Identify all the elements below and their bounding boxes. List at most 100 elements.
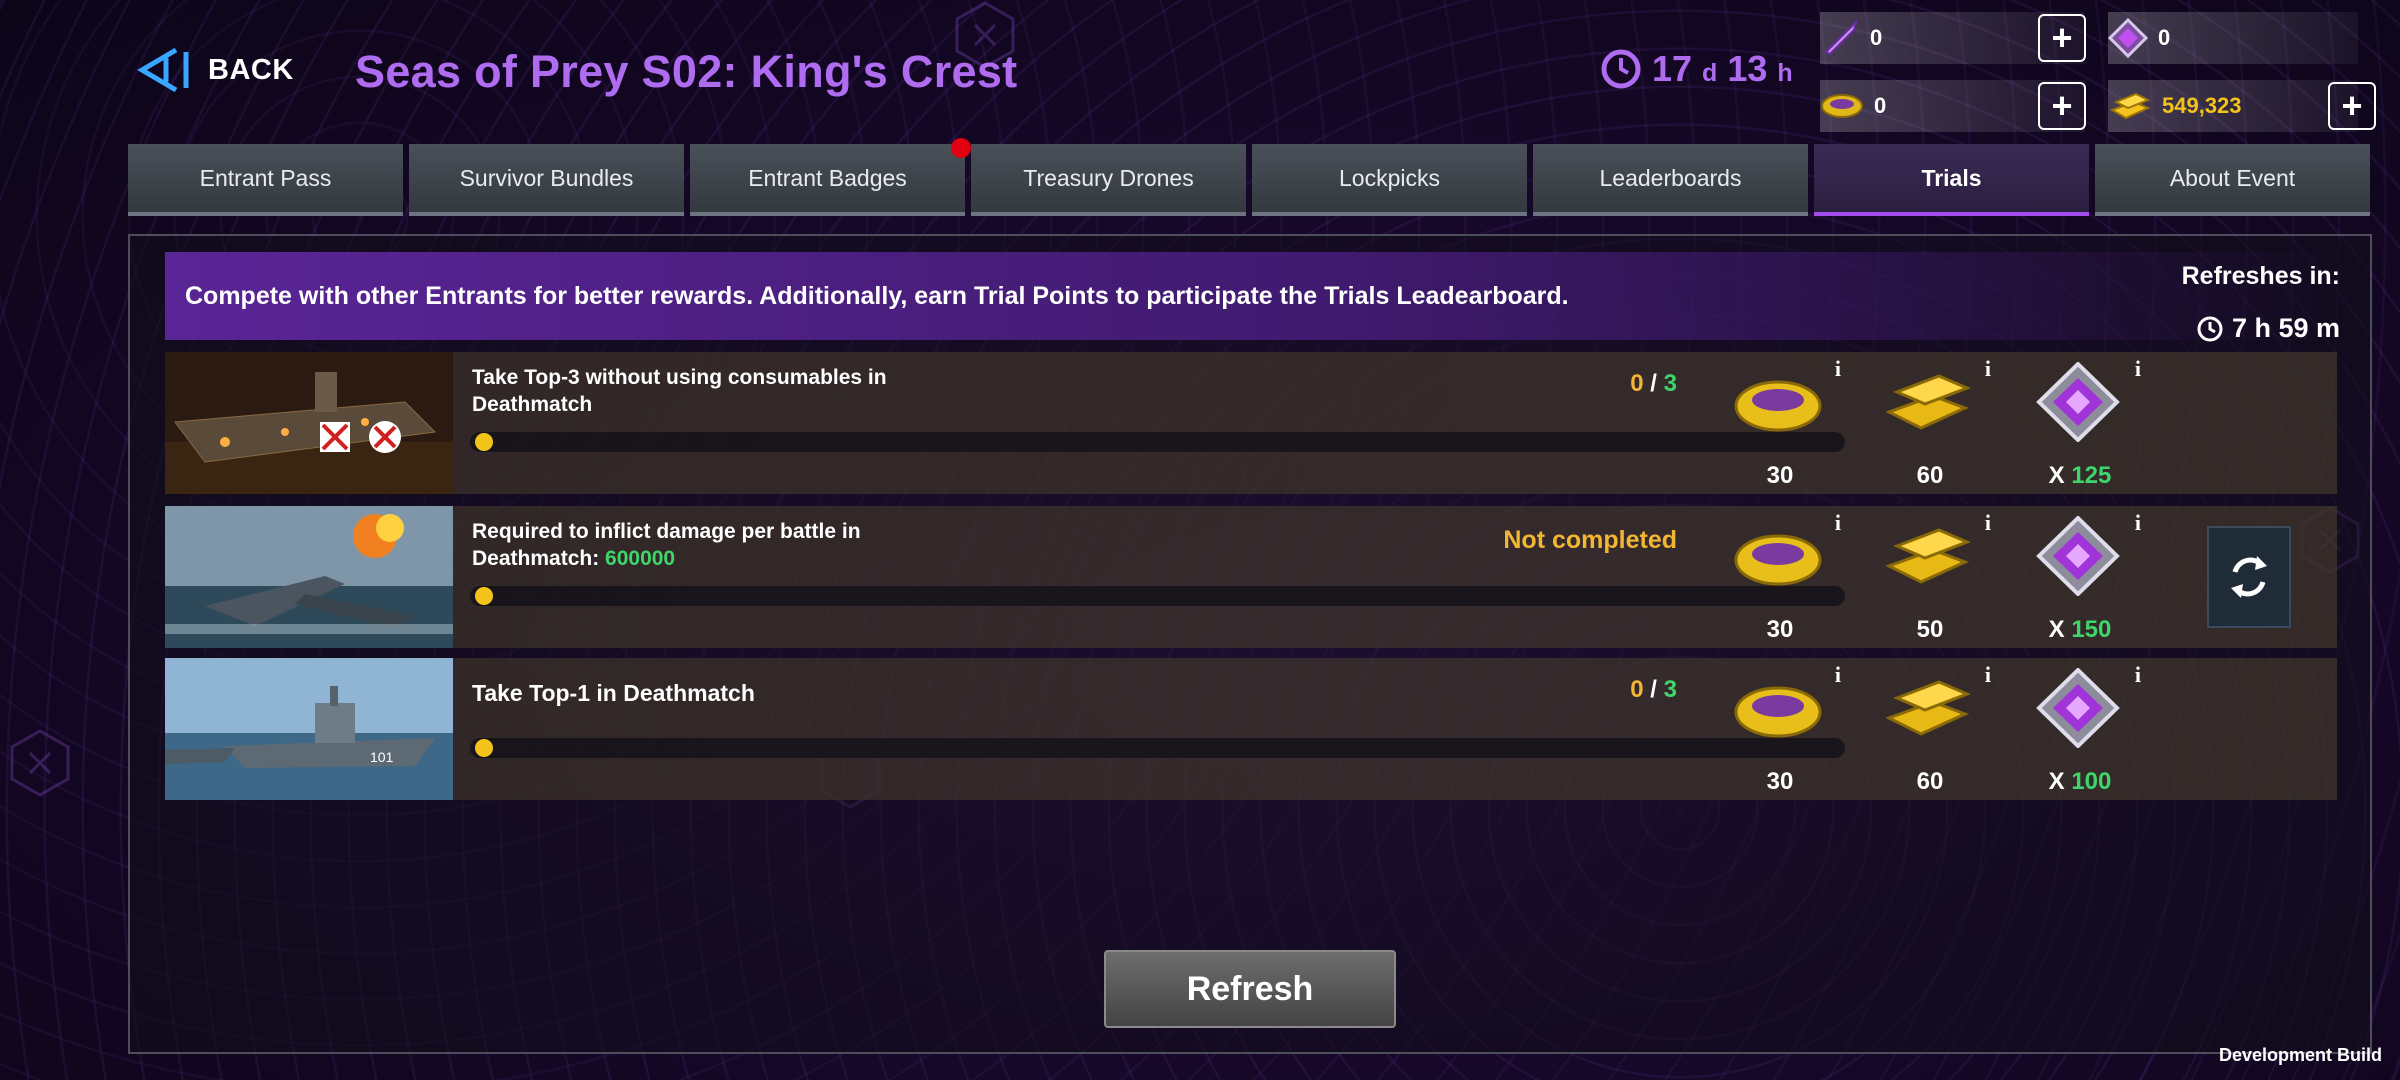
add-drone-button[interactable]: +: [2038, 82, 2086, 130]
reward-gold[interactable]: i 50: [1865, 506, 1995, 648]
resource-value: 549,323: [2162, 93, 2242, 118]
progress-separator: /: [1643, 370, 1664, 397]
info-icon[interactable]: i: [2135, 356, 2141, 382]
tab-entrant-badges[interactable]: Entrant Badges: [690, 138, 971, 216]
back-arrow-icon: [137, 48, 189, 92]
reward-amount: X 100: [2015, 768, 2145, 796]
trial-task: Take Top-1 in Deathmatch: [472, 680, 755, 706]
tab-label: Survivor Bundles: [459, 164, 634, 191]
swap-trial-button[interactable]: [2207, 526, 2291, 628]
clock-icon: [2197, 316, 2223, 341]
info-icon[interactable]: i: [2135, 662, 2141, 688]
reward-crest[interactable]: i X 125: [2015, 352, 2145, 494]
progress-bar: [470, 738, 1845, 758]
back-button[interactable]: BACK: [136, 48, 294, 92]
tab-label: Entrant Pass: [199, 164, 332, 191]
trial-task: Required to inflict damage per battle in…: [472, 518, 992, 572]
resource-value: 0: [1870, 25, 1883, 50]
trial-image-carrier: [165, 352, 453, 494]
refresh-label: Refreshes in:: [2181, 262, 2340, 290]
reward-gold[interactable]: i 60: [1865, 352, 1995, 494]
reward-crest[interactable]: i X 100: [2015, 658, 2145, 800]
tab-survivor-bundles[interactable]: Survivor Bundles: [409, 144, 684, 216]
reward-prefix: X: [2048, 768, 2072, 795]
purple-crest-icon: [2108, 18, 2148, 58]
tab-lockpicks[interactable]: Lockpicks: [1252, 144, 1527, 216]
tab-about-event[interactable]: About Event: [2095, 144, 2370, 216]
reward-amount: X 125: [2015, 462, 2145, 490]
reward-drone[interactable]: i 30: [1715, 658, 1845, 800]
gold-bars-icon: [2109, 92, 2151, 120]
drone-token-icon: [1734, 534, 1822, 586]
tab-treasury-drones[interactable]: Treasury Drones: [971, 144, 1246, 216]
info-icon[interactable]: i: [2135, 510, 2141, 536]
trials-banner: Compete with other Entrants for better r…: [165, 252, 2340, 340]
resource-crest: 0: [2108, 12, 2358, 64]
reward-amount-value: 100: [2071, 768, 2112, 795]
reward-amount-value: 125: [2071, 462, 2112, 489]
trial-row: 101 Take Top-1 in Deathmatch 0 / 3 i 30 …: [165, 658, 2337, 800]
banner-text: Compete with other Entrants for better r…: [185, 281, 1569, 310]
refresh-info: Refreshes in: 7 h 59 m: [2182, 262, 2340, 344]
drone-token-icon: [1734, 686, 1822, 738]
event-title: Seas of Prey S02: King's Crest: [355, 46, 1018, 97]
notification-badge: [951, 138, 971, 158]
add-rocket-button[interactable]: +: [2038, 14, 2086, 62]
reward-drone[interactable]: i 30: [1715, 506, 1845, 648]
event-tabs: Entrant Pass Survivor Bundles Entrant Ba…: [128, 138, 2370, 216]
refresh-time-value: 7 h 59 m: [2231, 313, 2340, 343]
trial-row: Required to inflict damage per battle in…: [165, 506, 2337, 648]
event-timer: 17 d 13 h: [1600, 48, 1793, 90]
add-gold-button[interactable]: +: [2328, 82, 2376, 130]
tab-label: Entrant Badges: [748, 164, 907, 191]
tab-label: Lockpicks: [1339, 164, 1440, 191]
resource-value: 0: [2158, 25, 2171, 50]
trial-progress: 0 / 3: [1630, 676, 1677, 704]
info-icon[interactable]: i: [1985, 510, 1991, 536]
reward-amount-value: 150: [2071, 616, 2112, 643]
reward-amount: 60: [1916, 462, 1944, 489]
reward-amount: 60: [1916, 768, 1944, 795]
back-label: BACK: [208, 53, 294, 86]
resource-gold: 549,323: [2108, 80, 2358, 132]
info-icon[interactable]: i: [1835, 662, 1841, 688]
reward-prefix: X: [2048, 616, 2072, 643]
refresh-button[interactable]: Refresh: [1104, 950, 1396, 1028]
progress-max: 3: [1663, 370, 1677, 397]
info-icon[interactable]: i: [1985, 662, 1991, 688]
reward-amount: 30: [1766, 616, 1794, 643]
progress-current: 0: [1630, 676, 1644, 703]
progress-bar: [470, 586, 1845, 606]
svg-text:101: 101: [370, 749, 394, 765]
swap-arrows-icon: [2231, 556, 2267, 598]
reward-drone[interactable]: i 30: [1715, 352, 1845, 494]
progress-separator: /: [1643, 676, 1664, 703]
reward-crest[interactable]: i X 150: [2015, 506, 2145, 648]
timer-hours: 13: [1727, 48, 1768, 89]
trial-progress: 0 / 3: [1630, 370, 1677, 398]
timer-days: 17: [1652, 48, 1693, 89]
trial-image-destroyer: 101: [165, 658, 453, 800]
info-icon[interactable]: i: [1835, 510, 1841, 536]
gold-bars-icon: [1885, 680, 1971, 736]
trial-row: Take Top-3 without using consumables in …: [165, 352, 2337, 494]
info-icon[interactable]: i: [1835, 356, 1841, 382]
info-icon[interactable]: i: [1985, 356, 1991, 382]
clock-icon: [1601, 49, 1641, 89]
tab-leaderboards[interactable]: Leaderboards: [1533, 144, 1808, 216]
gold-bars-icon: [1885, 374, 1971, 430]
progress-bar-fill: [475, 433, 493, 451]
purple-crest-icon: [2036, 362, 2120, 442]
drone-token-icon: [1821, 94, 1863, 118]
reward-gold[interactable]: i 60: [1865, 658, 1995, 800]
drone-token-icon: [1734, 380, 1822, 432]
dev-build-label: Development Build: [2218, 1045, 2382, 1065]
progress-current: 0: [1630, 370, 1644, 397]
trial-task-target: 600000: [605, 547, 676, 570]
tab-trials[interactable]: Trials: [1814, 144, 2089, 216]
hex-decoration: [10, 729, 70, 797]
tab-entrant-pass[interactable]: Entrant Pass: [128, 144, 403, 216]
timer-days-unit: d: [1702, 58, 1718, 87]
gold-bars-icon: [1885, 528, 1971, 584]
trial-image-jet: [165, 506, 453, 648]
